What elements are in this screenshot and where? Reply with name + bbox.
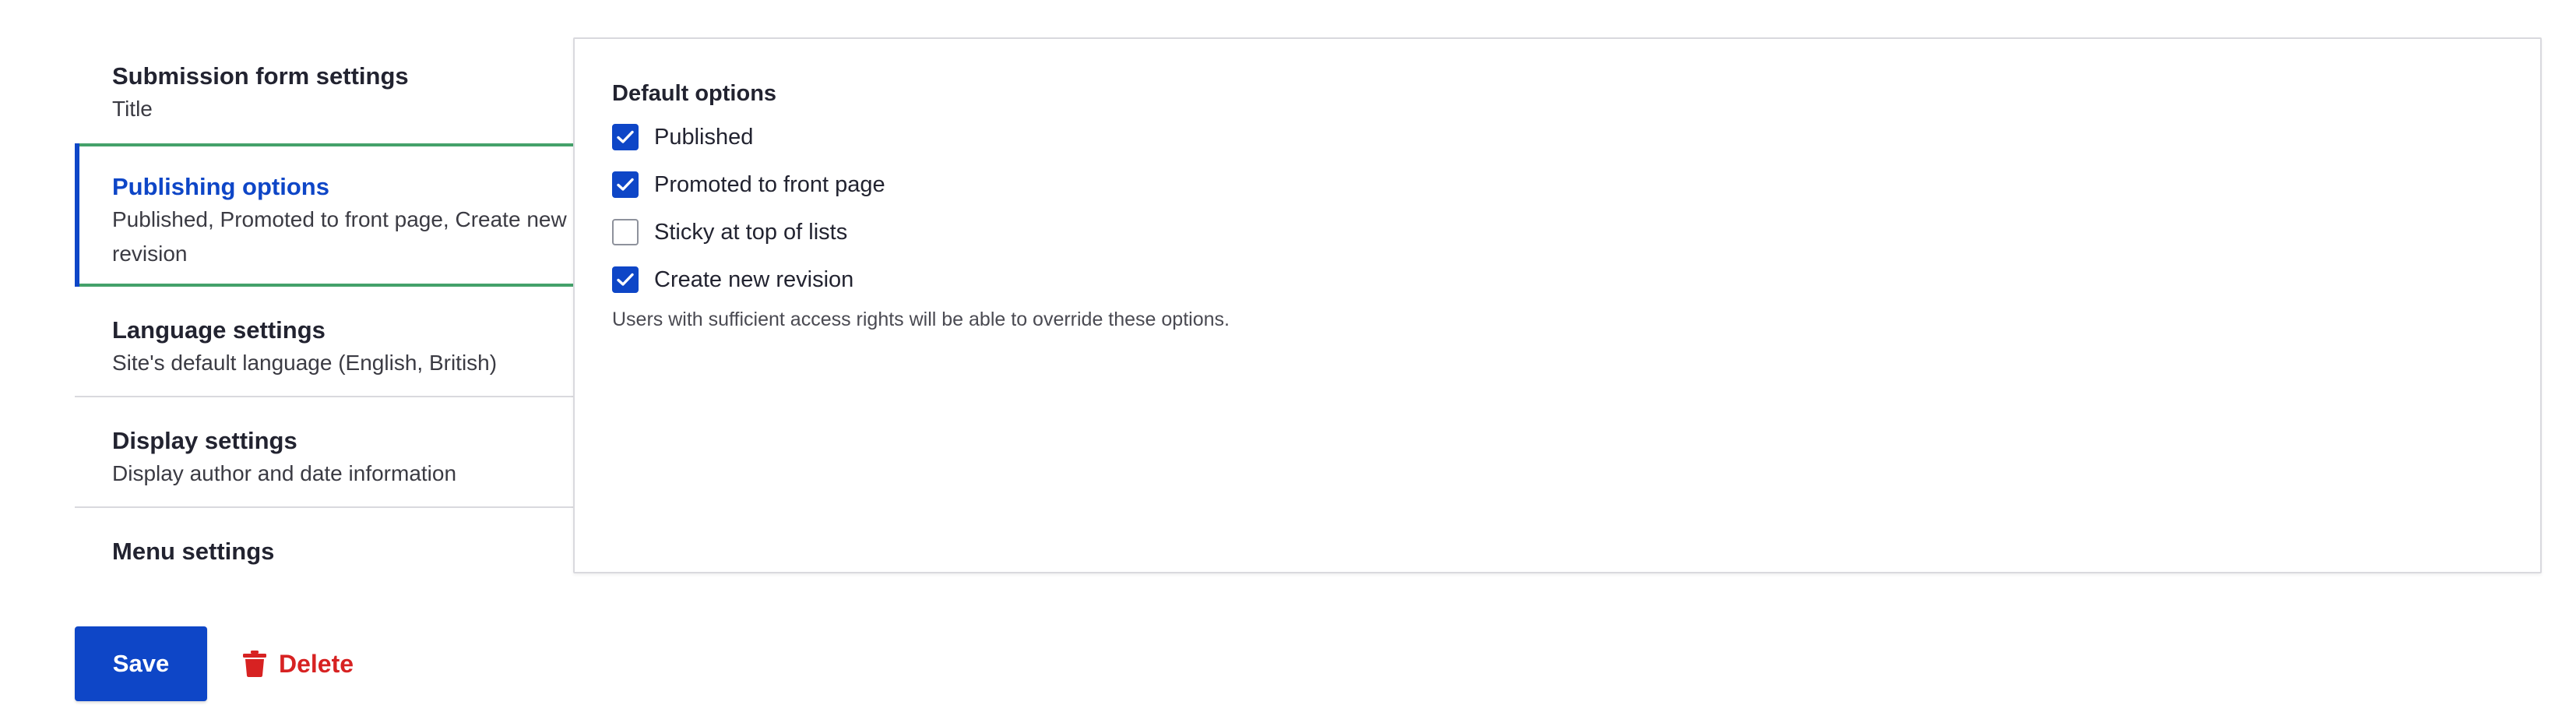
checkmark-icon <box>617 130 634 143</box>
tab-publishing-options[interactable]: Publishing options Published, Promoted t… <box>75 143 579 287</box>
tab-submission-form-settings[interactable]: Submission form settings Title <box>75 36 575 145</box>
option-label: Sticky at top of lists <box>654 220 848 245</box>
tab-summary: Display author and date information <box>112 461 457 485</box>
tab-summary: Published, Promoted to front page, Creat… <box>112 207 567 266</box>
vertical-tabs-menu: Submission form settings Title Publishin… <box>75 36 579 570</box>
fieldset-legend: Default options <box>612 81 777 106</box>
tab-title: Display settings <box>112 427 297 454</box>
checkmark-icon <box>617 273 634 286</box>
save-button[interactable]: Save <box>75 626 207 701</box>
checkmark-icon <box>617 178 634 191</box>
promoted-checkbox[interactable] <box>612 171 639 198</box>
option-sticky-at-top-of-lists[interactable]: Sticky at top of lists <box>612 217 847 248</box>
revision-checkbox[interactable] <box>612 266 639 293</box>
tab-summary: Site's default language (English, Britis… <box>112 351 498 375</box>
option-promoted-to-front-page[interactable]: Promoted to front page <box>612 169 885 200</box>
delete-link[interactable]: Delete <box>243 647 354 681</box>
trash-icon <box>243 651 266 677</box>
tab-display-settings[interactable]: Display settings Display author and date… <box>75 397 575 508</box>
option-label: Published <box>654 125 754 150</box>
tab-summary: Title <box>112 97 153 121</box>
tab-menu-settings[interactable]: Menu settings <box>75 508 575 570</box>
published-checkbox[interactable] <box>612 124 639 150</box>
option-label: Promoted to front page <box>654 172 885 197</box>
delete-label: Delete <box>279 649 354 678</box>
option-published[interactable]: Published <box>612 122 753 153</box>
sticky-checkbox[interactable] <box>612 219 639 245</box>
tab-title: Language settings <box>112 316 326 344</box>
tab-title: Menu settings <box>112 538 275 565</box>
option-create-new-revision[interactable]: Create new revision <box>612 264 853 295</box>
publishing-options-pane: Default options Published Promoted to fr… <box>573 37 2542 573</box>
tab-title: Publishing options <box>112 173 329 200</box>
options-description: Users with sufficient access rights will… <box>612 309 1230 330</box>
option-label: Create new revision <box>654 267 854 292</box>
tab-title: Submission form settings <box>112 62 409 90</box>
tab-language-settings[interactable]: Language settings Site's default languag… <box>75 287 575 397</box>
